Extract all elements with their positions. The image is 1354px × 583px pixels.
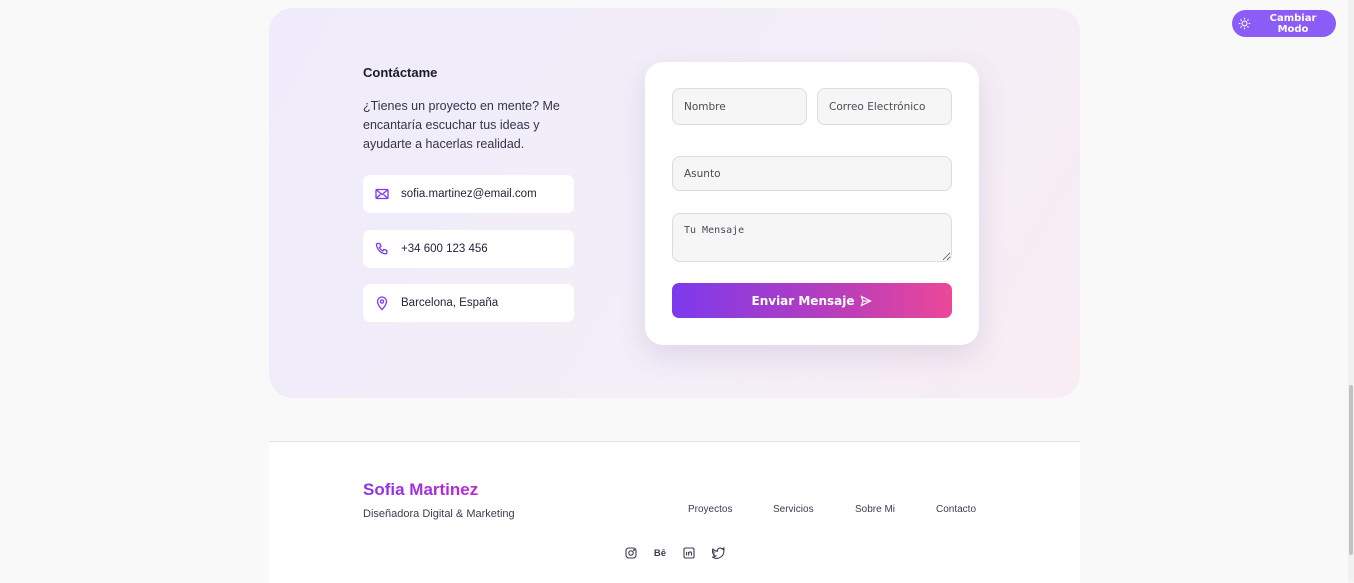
send-button-label: Enviar Mensaje xyxy=(751,293,855,308)
toggle-theme-button[interactable]: Cambiar Modo xyxy=(1232,10,1336,37)
phone-info-card[interactable]: +34 600 123 456 xyxy=(363,230,574,268)
linkedin-icon[interactable] xyxy=(682,546,696,560)
location-text: Barcelona, España xyxy=(401,297,499,309)
email-text: sofia.martinez@email.com xyxy=(401,188,537,200)
footer-nav-proyectos[interactable]: Proyectos xyxy=(688,504,732,515)
twitter-icon[interactable] xyxy=(711,546,725,560)
email-info-card[interactable]: sofia.martinez@email.com xyxy=(363,175,574,213)
footer-brand-name[interactable]: Sofia Martinez xyxy=(363,480,478,500)
footer-tagline: Diseñadora Digital & Marketing xyxy=(363,508,515,520)
instagram-icon[interactable] xyxy=(624,546,638,560)
site-footer: Sofia Martinez Diseñadora Digital & Mark… xyxy=(269,441,1080,583)
send-message-button[interactable]: Enviar Mensaje xyxy=(672,283,952,318)
location-pin-icon xyxy=(374,295,390,311)
message-textarea[interactable] xyxy=(672,213,952,262)
phone-text: +34 600 123 456 xyxy=(401,243,488,255)
footer-nav-contacto[interactable]: Contacto xyxy=(936,504,976,515)
toggle-theme-label: Cambiar Modo xyxy=(1269,12,1317,35)
contact-section: Contáctame ¿Tienes un proyecto en mente?… xyxy=(269,8,1080,398)
send-icon xyxy=(860,294,873,307)
behance-icon[interactable]: Bē xyxy=(653,546,667,560)
contact-title: Contáctame xyxy=(363,65,438,80)
subject-input[interactable] xyxy=(672,156,952,191)
email-input[interactable] xyxy=(817,88,952,125)
name-input[interactable] xyxy=(672,88,807,125)
footer-nav-sobre-mi[interactable]: Sobre Mi xyxy=(855,504,895,515)
contact-form: Enviar Mensaje xyxy=(645,62,979,345)
scrollbar-thumb[interactable] xyxy=(1349,385,1353,555)
phone-icon xyxy=(374,241,390,257)
location-info-card: Barcelona, España xyxy=(363,284,574,322)
footer-nav-servicios[interactable]: Servicios xyxy=(773,504,814,515)
page-scrollbar[interactable] xyxy=(1348,0,1354,582)
contact-description: ¿Tienes un proyecto en mente? Me encanta… xyxy=(363,99,560,151)
sun-icon xyxy=(1238,17,1251,30)
mail-icon xyxy=(374,186,390,202)
